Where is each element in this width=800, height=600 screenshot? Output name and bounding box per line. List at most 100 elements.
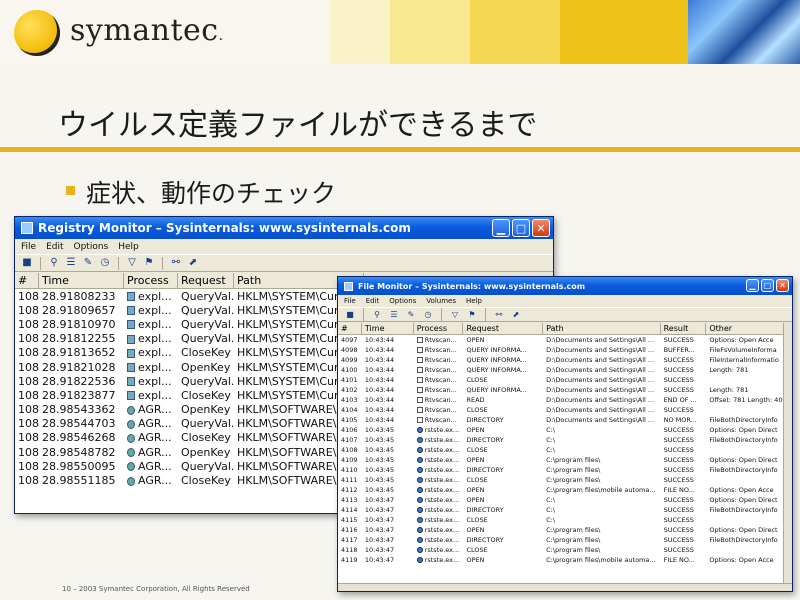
table-row[interactable]: 4115 10:43:47 rstste.ex... CLOSE C:\ SUCCESS — [338, 515, 792, 525]
table-row[interactable]: 4103 10:43:44 Rtvscan... READ D:\Documents a… — [338, 395, 792, 405]
file-monitor-titlebar[interactable]: File Monitor – Sysinternals: www.sysinte… — [338, 277, 792, 295]
table-row[interactable]: 4114 10:43:47 rstste.ex... DIRECTORY C:\ SUCC… — [338, 505, 792, 515]
menu-item-help[interactable]: Help — [466, 297, 482, 305]
magnifier-icon[interactable]: ⚲ — [371, 309, 383, 321]
filter-icon[interactable]: ▽ — [449, 309, 461, 321]
menu-item-file[interactable]: File — [21, 242, 36, 252]
edit-icon[interactable]: ✎ — [82, 257, 94, 269]
column-header[interactable]: Time — [362, 323, 414, 334]
cell-text: C:\program files\mobile automa... — [546, 486, 656, 494]
clock-icon[interactable]: ◷ — [422, 309, 434, 321]
table-row[interactable]: 4116 10:43:47 rstste.ex... OPEN C:\program f… — [338, 525, 792, 535]
table-row[interactable]: 4111 10:43:45 rstste.ex... CLOSE C:\program … — [338, 475, 792, 485]
table-row[interactable]: 4104 10:43:44 Rtvscan... CLOSE D:\Documents … — [338, 405, 792, 415]
menu-item-options[interactable]: Options — [389, 297, 416, 305]
cell-text: QUERY INFORMA... — [466, 346, 527, 354]
table-cell: expl... — [124, 290, 178, 303]
table-row[interactable]: 4110 10:43:45 rstste.ex... DIRECTORY C:\prog… — [338, 465, 792, 475]
menu-item-volumes[interactable]: Volumes — [426, 297, 456, 305]
menu-item-file[interactable]: File — [344, 297, 356, 305]
explorer-jump-icon[interactable]: ⬈ — [510, 309, 522, 321]
table-row[interactable]: 4101 10:43:44 Rtvscan... CLOSE D:\Documents … — [338, 375, 792, 385]
highlight-icon[interactable]: ⚑ — [143, 257, 155, 269]
table-row[interactable]: 4107 10:43:45 rstste.ex... DIRECTORY C:\ SUCC… — [338, 435, 792, 445]
table-cell: 4112 — [338, 486, 362, 494]
table-row[interactable]: 4098 10:43:44 Rtvscan... QUERY INFORMA... D:… — [338, 345, 792, 355]
menu-item-edit[interactable]: Edit — [46, 242, 63, 252]
table-cell: 4105 — [338, 416, 362, 424]
find-icon[interactable]: ⚯ — [170, 257, 182, 269]
list-icon[interactable]: ☰ — [388, 309, 400, 321]
cell-text: 108... — [18, 332, 39, 346]
menu-item-edit[interactable]: Edit — [366, 297, 380, 305]
column-header[interactable]: Process — [124, 273, 178, 288]
magnifier-icon[interactable]: ⚲ — [48, 257, 60, 269]
menu-item-options[interactable]: Options — [74, 242, 109, 252]
table-row[interactable]: 4118 10:43:47 rstste.ex... CLOSE C:\program … — [338, 545, 792, 555]
column-header[interactable]: Process — [414, 323, 464, 334]
table-row[interactable]: 4109 10:43:45 rstste.ex... OPEN C:\program f… — [338, 455, 792, 465]
table-row[interactable]: 4108 10:43:45 rstste.ex... CLOSE C:\ SUCCESS — [338, 445, 792, 455]
horizontal-scrollbar[interactable] — [338, 583, 792, 591]
table-row[interactable]: 4119 10:43:47 rstste.ex... OPEN C:\program f… — [338, 555, 792, 565]
close-button[interactable]: ✕ — [776, 279, 789, 292]
list-icon[interactable]: ☰ — [65, 257, 77, 269]
vertical-scrollbar[interactable] — [783, 323, 792, 583]
table-cell: 10:43:44 — [362, 406, 414, 414]
cell-text: 10:43:45 — [364, 486, 395, 494]
cell-text: 4112 — [341, 486, 358, 494]
cell-text: 10:43:47 — [364, 516, 395, 524]
table-row[interactable]: 4099 10:43:44 Rtvscan... QUERY INFORMA... D:… — [338, 355, 792, 365]
minimize-button[interactable]: ▁ — [492, 219, 510, 237]
column-header[interactable]: # — [338, 323, 362, 334]
table-cell: FILE NO... — [661, 556, 707, 564]
minimize-button[interactable]: ▁ — [746, 279, 759, 292]
cell-text: OpenKey — [181, 445, 231, 459]
cell-text: OPEN — [466, 486, 485, 494]
table-cell: 108... — [15, 417, 39, 430]
filter-icon[interactable]: ▽ — [126, 257, 138, 269]
cell-text: 108... — [18, 303, 39, 317]
maximize-button[interactable]: □ — [512, 219, 530, 237]
column-header[interactable]: Request — [178, 273, 234, 288]
clock-icon[interactable]: ◷ — [99, 257, 111, 269]
table-cell: Length: 781 — [706, 386, 792, 394]
column-header[interactable]: Request — [463, 323, 544, 334]
table-row[interactable]: 4113 10:43:47 rstste.ex... OPEN C:\ SUCCESS Op… — [338, 495, 792, 505]
cell-text: Options: Open Direct — [709, 496, 778, 504]
regedit-jump-icon[interactable]: ⬈ — [187, 257, 199, 269]
registry-monitor-titlebar[interactable]: Registry Monitor – Sysinternals: www.sys… — [15, 217, 553, 239]
table-cell: SUCCESS — [661, 546, 707, 554]
process-icon — [127, 292, 135, 302]
cell-text: SUCCESS — [663, 336, 694, 344]
table-row[interactable]: 4100 10:43:44 Rtvscan... QUERY INFORMA... D:… — [338, 365, 792, 375]
column-header[interactable]: Path — [543, 323, 661, 334]
save-icon[interactable]: ■ — [344, 309, 356, 321]
column-header[interactable]: Other — [706, 323, 792, 334]
menu-item-help[interactable]: Help — [118, 242, 139, 252]
table-cell: C:\program files\ — [543, 466, 660, 474]
cell-text: SUCCESS — [663, 456, 694, 464]
table-row[interactable]: 4106 10:43:45 rstste.ex... OPEN C:\ SUCCESS Op… — [338, 425, 792, 435]
cell-text: Rtvscan... — [424, 336, 457, 344]
table-row[interactable]: 4105 10:43:44 Rtvscan... DIRECTORY D:\Docume… — [338, 415, 792, 425]
table-cell: D:\Documents and Settings\All ... — [543, 376, 660, 384]
find-icon[interactable]: ⚯ — [493, 309, 505, 321]
table-row[interactable]: 4117 10:43:47 rstste.ex... DIRECTORY C:\prog… — [338, 535, 792, 545]
cell-text: C:\program files\ — [546, 456, 601, 464]
close-button[interactable]: ✕ — [532, 219, 550, 237]
highlight-icon[interactable]: ⚑ — [466, 309, 478, 321]
edit-icon[interactable]: ✎ — [405, 309, 417, 321]
column-header[interactable]: Time — [39, 273, 124, 288]
maximize-button[interactable]: □ — [761, 279, 774, 292]
table-cell: SUCCESS — [661, 356, 707, 364]
column-header[interactable]: Result — [661, 323, 707, 334]
table-row[interactable]: 4102 10:43:44 Rtvscan... QUERY INFORMA... D:… — [338, 385, 792, 395]
save-icon[interactable]: ■ — [21, 257, 33, 269]
column-header[interactable]: # — [15, 273, 39, 288]
cell-text: C:\program files\ — [546, 546, 601, 554]
table-row[interactable]: 4097 10:43:44 Rtvscan... OPEN D:\Documents a… — [338, 335, 792, 345]
file-monitor-window[interactable]: File Monitor – Sysinternals: www.sysinte… — [337, 276, 793, 592]
cell-text: 4102 — [341, 386, 358, 394]
table-row[interactable]: 4112 10:43:45 rstste.ex... OPEN C:\program f… — [338, 485, 792, 495]
